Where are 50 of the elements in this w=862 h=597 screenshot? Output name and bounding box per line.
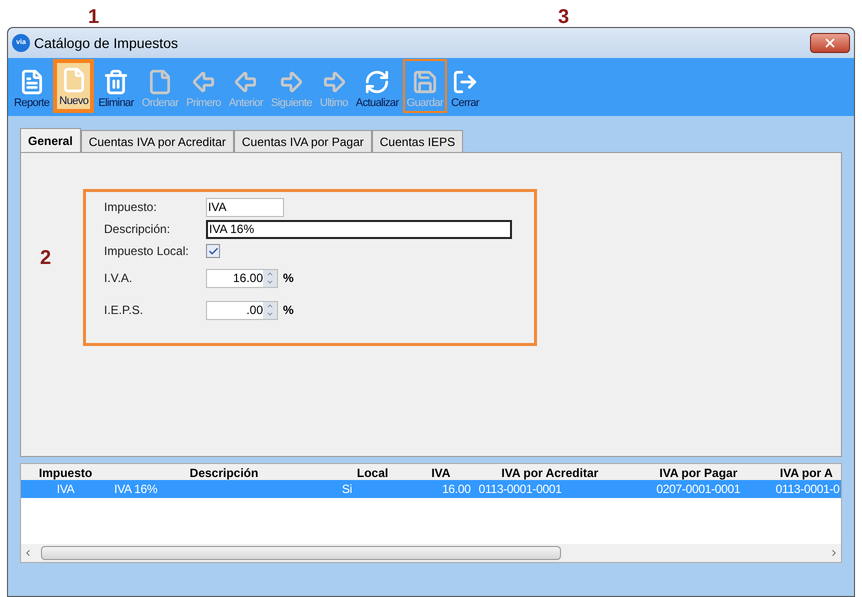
save-icon: [412, 68, 438, 94]
column-header[interactable]: IVA por Pagar: [625, 464, 772, 480]
text-field[interactable]: IVA 16%: [206, 220, 512, 238]
field-label: Impuesto Local:: [104, 243, 190, 260]
table-cell-text: IVA 16%: [113, 481, 158, 498]
table-cell-text: 16.00: [441, 481, 472, 498]
column-header[interactable]: Local: [338, 464, 408, 480]
horizontal-scrollbar[interactable]: [21, 544, 841, 562]
table-cell-text: 0207-0001-0001: [655, 481, 742, 498]
trash-icon: [103, 68, 130, 94]
callout-number: 2: [40, 246, 52, 271]
table-cell-text: IVA: [56, 481, 76, 498]
number-spinner[interactable]: 16.00: [206, 268, 278, 288]
tab[interactable]: Cuentas IVA por Acreditar: [80, 130, 234, 152]
column-header[interactable]: IVA por Acreditar: [474, 464, 626, 480]
field-label: I.V.A.: [104, 270, 134, 287]
toolbar-button[interactable]: Actualizar: [352, 59, 403, 113]
table-cell-text: 0113-0001-0: [774, 481, 841, 498]
column-header[interactable]: IVA por A: [772, 464, 841, 480]
percent-sign: %: [283, 270, 294, 287]
column-header[interactable]: IVA: [407, 464, 475, 480]
scrollbar-thumb[interactable]: [41, 546, 561, 560]
toolbar-button[interactable]: Cerrar: [447, 59, 483, 113]
callout-number: 3: [558, 5, 570, 30]
text-field[interactable]: IVA: [206, 198, 284, 216]
number-spinner[interactable]: .00: [206, 300, 278, 320]
tab[interactable]: Cuentas IVA por Pagar: [234, 130, 372, 152]
toolbar-button[interactable]: Nuevo: [53, 59, 94, 113]
refresh-icon: [364, 68, 390, 94]
toolbar-button[interactable]: Reporte: [10, 59, 54, 113]
toolbar-button[interactable]: Eliminar: [94, 59, 138, 113]
spinner-arrows-icon: [263, 302, 277, 318]
table-cell-text: Si: [340, 481, 353, 498]
checkbox[interactable]: [206, 244, 220, 258]
exit-icon: [452, 68, 478, 94]
field-label: Descripción:: [104, 221, 172, 238]
field-label: Impuesto:: [104, 199, 158, 216]
close-button[interactable]: [810, 33, 850, 53]
column-header[interactable]: Impuesto: [21, 464, 110, 480]
percent-sign: %: [283, 302, 294, 319]
callout-number: 1: [88, 5, 100, 30]
close-icon: [823, 36, 837, 50]
checkmark-icon: [208, 246, 218, 256]
tab[interactable]: General: [20, 128, 81, 152]
tab[interactable]: Cuentas IEPS: [372, 130, 464, 152]
table-cell-text: 0113-0001-0001: [478, 481, 563, 498]
spinner-arrows-icon: [263, 270, 277, 286]
column-header[interactable]: Descripción: [110, 464, 338, 480]
window-title: Catálogo de Impuestos: [34, 34, 178, 53]
field-label: I.E.P.S.: [104, 302, 144, 319]
